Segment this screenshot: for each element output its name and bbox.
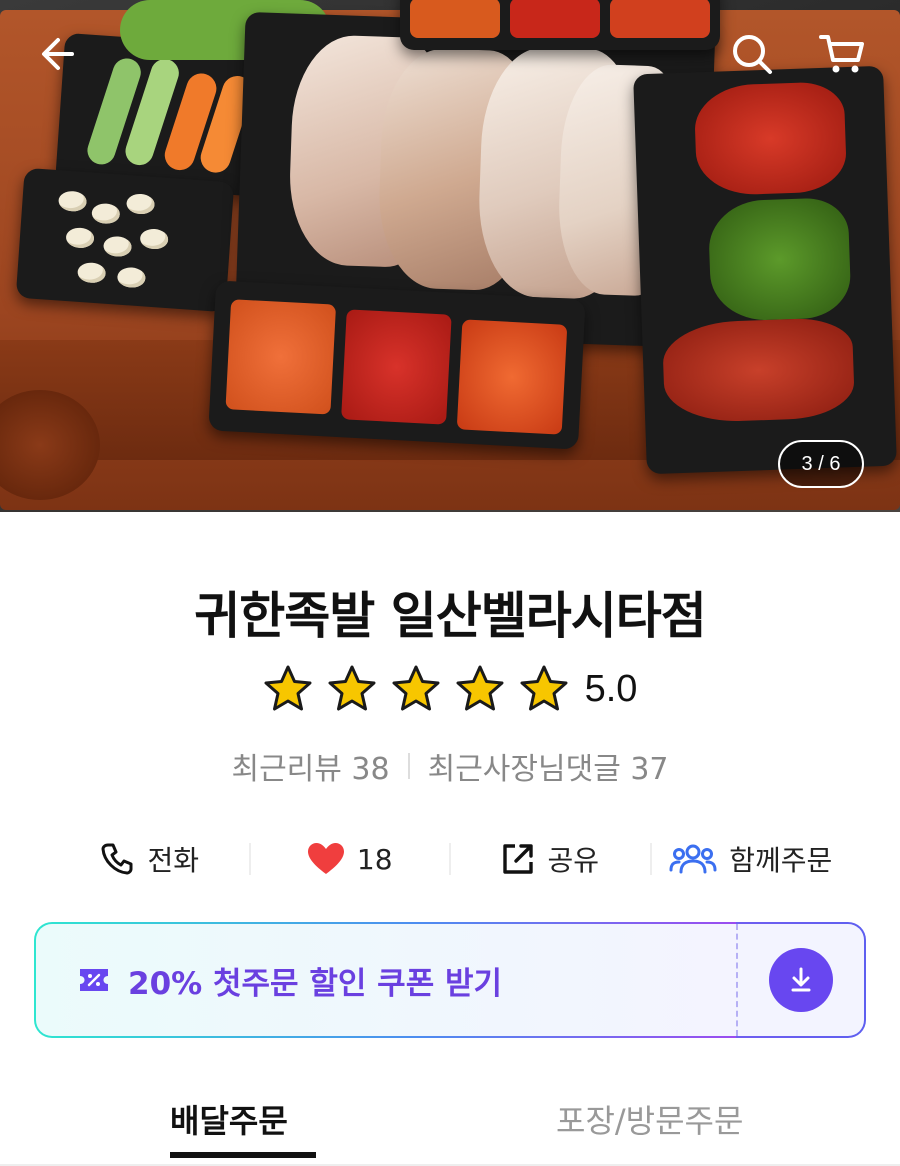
- coupon-icon: [80, 969, 108, 991]
- review-summary: 최근리뷰 38 최근사장님댓글 37: [0, 744, 900, 788]
- first-order-coupon-banner: 20% 첫주문 할인 쿠폰 받기: [34, 922, 866, 1038]
- tab-delivery-order[interactable]: 배달주문: [170, 1096, 288, 1142]
- tab-pickup-visit-order[interactable]: 포장/방문주문: [556, 1096, 743, 1142]
- group-order-label: 함께주문: [729, 844, 833, 877]
- phone-label: 전화: [147, 844, 200, 877]
- search-button[interactable]: [728, 30, 776, 78]
- download-icon: [791, 967, 811, 992]
- group-users-icon: [669, 844, 717, 874]
- back-arrow-icon: [42, 38, 74, 70]
- back-button[interactable]: [34, 30, 82, 78]
- coupon-download-button[interactable]: [736, 924, 864, 1036]
- store-name: 귀한족발 일산벨라시타점: [194, 587, 706, 645]
- cart-icon: [819, 35, 864, 73]
- share-label: 공유: [547, 844, 600, 877]
- share-button[interactable]: 공유: [451, 839, 650, 879]
- recent-owner-replies-link[interactable]: 최근사장님댓글 37: [428, 744, 669, 788]
- order-type-tabs: 배달주문 포장/방문주문: [0, 1090, 900, 1166]
- divider: [407, 753, 410, 779]
- star-icon: [456, 665, 504, 711]
- phone-button[interactable]: 전화: [50, 839, 249, 879]
- group-order-button[interactable]: 함께주문: [652, 839, 851, 879]
- star-icon: [328, 665, 376, 711]
- like-button[interactable]: 18: [251, 842, 450, 876]
- rating-value: 5.0: [584, 667, 638, 710]
- share-icon: [503, 844, 534, 874]
- store-photo-carousel[interactable]: 3 / 6: [0, 0, 900, 512]
- like-count: 18: [356, 842, 393, 876]
- phone-icon: [101, 843, 133, 875]
- search-icon: [733, 35, 772, 74]
- star-icon: [520, 665, 568, 711]
- coupon-text: 20% 첫주문 할인 쿠폰 받기: [128, 965, 503, 1002]
- rating-row: 5.0: [0, 664, 900, 714]
- star-rating: [263, 664, 569, 714]
- coupon-claim-area[interactable]: 20% 첫주문 할인 쿠폰 받기: [36, 924, 736, 1036]
- store-actions: 전화 18 공유 함께주문: [50, 832, 850, 886]
- image-pager-indicator: 3 / 6: [778, 440, 864, 488]
- active-tab-indicator: [170, 1152, 316, 1158]
- star-icon: [392, 665, 440, 711]
- recent-reviews-link[interactable]: 최근리뷰 38: [231, 744, 389, 788]
- star-icon: [264, 665, 312, 711]
- cart-button[interactable]: [816, 30, 868, 78]
- heart-icon: [307, 843, 344, 874]
